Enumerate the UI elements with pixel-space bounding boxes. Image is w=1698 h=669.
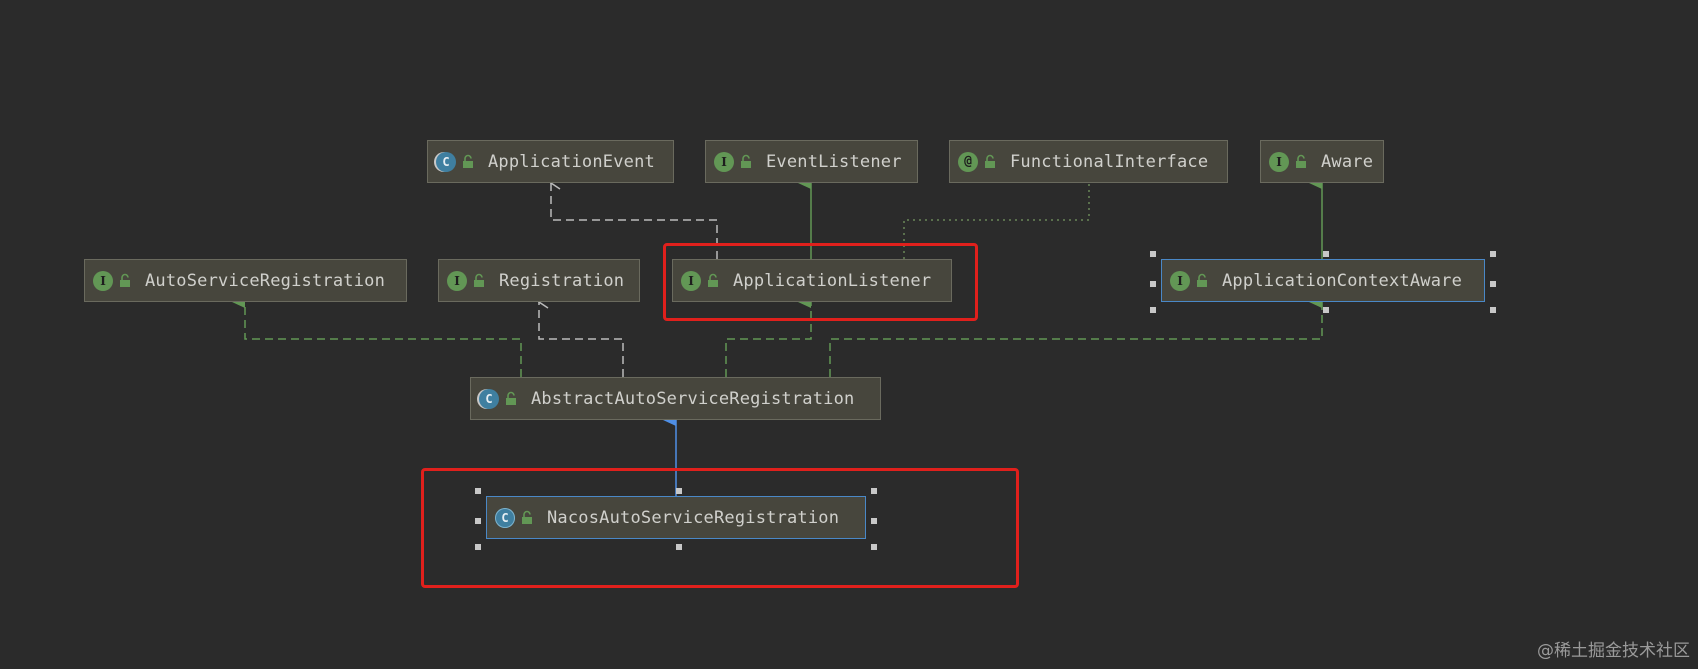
selection-handle[interactable] xyxy=(475,544,481,550)
public-lock-icon xyxy=(1294,154,1309,169)
node-label: AutoServiceRegistration xyxy=(145,270,386,291)
selection-handle[interactable] xyxy=(871,488,877,494)
public-lock-icon xyxy=(520,510,535,525)
public-lock-icon xyxy=(739,154,754,169)
node-auto-service-registration[interactable]: I AutoServiceRegistration xyxy=(84,259,407,302)
annotation-icon: @ xyxy=(958,151,978,172)
public-lock-icon xyxy=(118,273,133,288)
node-label: ApplicationEvent xyxy=(488,151,655,172)
selection-handle[interactable] xyxy=(1150,280,1156,287)
selection-handle[interactable] xyxy=(1323,251,1329,257)
public-lock-icon xyxy=(504,391,519,406)
interface-icon: I xyxy=(681,270,701,291)
public-lock-icon xyxy=(1195,273,1210,288)
node-application-context-aware[interactable]: I ApplicationContextAware xyxy=(1161,259,1485,302)
node-event-listener[interactable]: I EventListener xyxy=(705,140,918,183)
node-label: EventListener xyxy=(766,151,902,172)
interface-icon: I xyxy=(1269,151,1289,172)
selection-handle[interactable] xyxy=(676,544,682,550)
node-label: FunctionalInterface xyxy=(1010,151,1209,172)
node-label: ApplicationListener xyxy=(733,270,932,291)
edge-abstract-auto-service-registration-to-auto-service-registration xyxy=(232,296,522,377)
edge-application-listener-to-functional-interface xyxy=(903,183,1090,259)
selection-handle[interactable] xyxy=(1490,251,1496,257)
selection-handle[interactable] xyxy=(1150,307,1156,313)
selection-handle[interactable] xyxy=(871,517,877,524)
node-label: ApplicationContextAware xyxy=(1222,270,1463,291)
class-icon: C xyxy=(495,507,515,528)
selection-handle[interactable] xyxy=(1490,280,1496,287)
selection-handle[interactable] xyxy=(1490,307,1496,313)
node-label: Registration xyxy=(499,270,625,291)
selection-handle[interactable] xyxy=(1323,307,1329,313)
interface-icon: I xyxy=(447,270,467,291)
public-lock-icon xyxy=(461,154,476,169)
public-lock-icon xyxy=(706,273,721,288)
node-label: NacosAutoServiceRegistration xyxy=(547,507,840,528)
public-lock-icon xyxy=(983,154,998,169)
edge-abstract-auto-service-registration-to-registration xyxy=(539,302,624,377)
public-lock-icon xyxy=(472,273,487,288)
selection-handle[interactable] xyxy=(871,544,877,550)
node-application-event[interactable]: C ApplicationEvent xyxy=(427,140,674,183)
selection-handle[interactable] xyxy=(676,488,682,494)
selection-handle[interactable] xyxy=(1150,251,1156,257)
edge-abstract-auto-service-registration-to-application-context-aware xyxy=(829,296,1323,377)
selection-handle[interactable] xyxy=(475,517,481,524)
interface-icon: I xyxy=(93,270,113,291)
diagram-canvas xyxy=(232,0,1323,496)
node-label: Aware xyxy=(1321,151,1374,172)
edge-application-listener-to-application-event xyxy=(551,183,718,259)
node-functional-interface[interactable]: @ FunctionalInterface xyxy=(949,140,1228,183)
selection-handle[interactable] xyxy=(475,488,481,494)
watermark: @稀土掘金技术社区 xyxy=(1537,641,1690,661)
abstract-class-icon: C xyxy=(479,388,499,409)
node-aware[interactable]: I Aware xyxy=(1260,140,1384,183)
node-label: AbstractAutoServiceRegistration xyxy=(531,388,855,409)
interface-icon: I xyxy=(1170,270,1190,291)
interface-icon: I xyxy=(714,151,734,172)
node-registration[interactable]: I Registration xyxy=(438,259,640,302)
abstract-class-icon: C xyxy=(436,151,456,172)
node-abstract-auto-service-registration[interactable]: C AbstractAutoServiceRegistration xyxy=(470,377,881,420)
node-application-listener[interactable]: I ApplicationListener xyxy=(672,259,952,302)
node-nacos-auto-service-registration[interactable]: C NacosAutoServiceRegistration xyxy=(486,496,866,539)
edge-abstract-auto-service-registration-to-application-listener xyxy=(725,296,812,377)
